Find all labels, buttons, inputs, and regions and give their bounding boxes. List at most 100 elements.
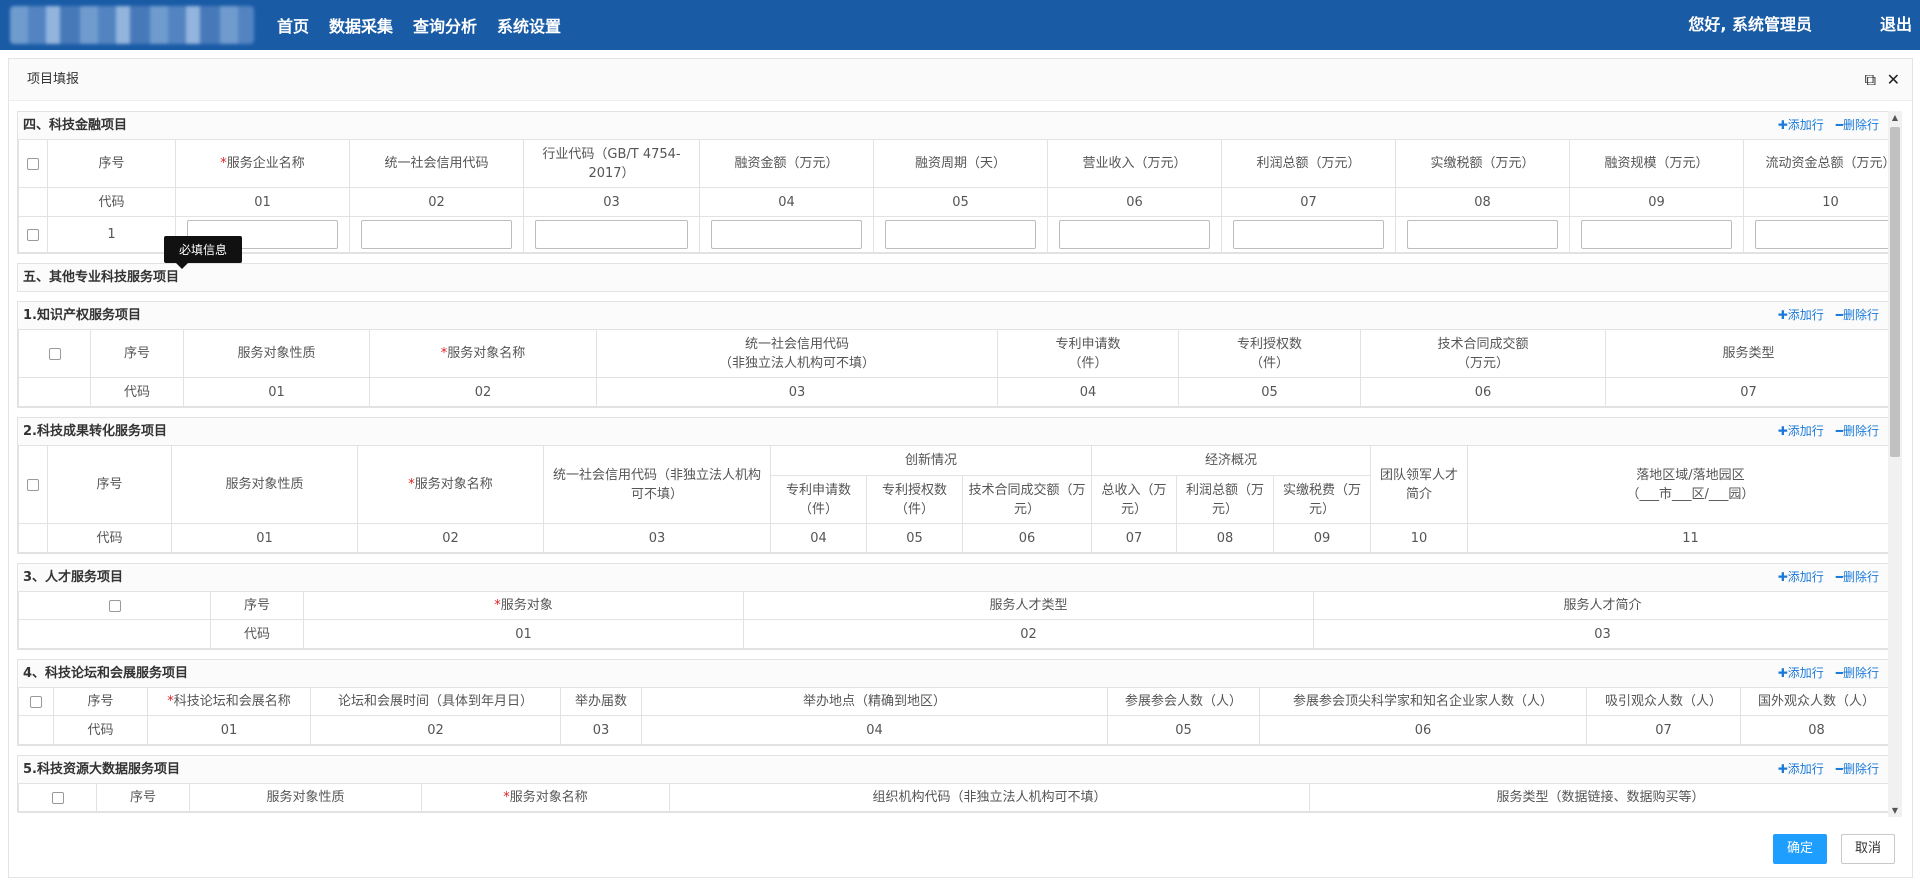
close-icon[interactable]: ✕ [1887, 59, 1900, 101]
col-header: 专利申请数 （件） [997, 329, 1179, 378]
logout-link[interactable]: 退出 [1880, 0, 1912, 50]
sub-header: 技术合同成交额（万元） [962, 475, 1092, 524]
confirm-button[interactable]: 确定 [1773, 834, 1828, 864]
code-cell: 代码 [90, 377, 184, 407]
select-all-checkbox[interactable] [27, 478, 39, 491]
form-scroll-area[interactable]: 四、科技金融项目 ✚添加行 ━删除行 序号 *服务企业名称 统一社会信用代码 行业… [17, 111, 1890, 817]
code-cell: 05 [1107, 715, 1260, 745]
row-checkbox[interactable] [27, 228, 39, 241]
col-header: 统一社会信用代码（非独立法人机构可不填） [543, 445, 771, 524]
group-header-economy: 经济概况 [1091, 445, 1371, 476]
col-header: 实缴税额（万元） [1395, 139, 1570, 188]
col-header: 吸引观众人数（人） [1586, 687, 1741, 716]
col-header: *科技论坛和会展名称 [147, 687, 311, 716]
select-all-checkbox[interactable] [27, 157, 39, 170]
user-greeting: 您好, 系统管理员 [1688, 15, 1812, 34]
col-header: 融资规模（万元） [1569, 139, 1744, 188]
code-cell: 01 [171, 523, 358, 553]
col-header: 序号 [53, 687, 148, 716]
section-tech-transfer: 2.科技成果转化服务项目 ✚添加行 ━删除行 序号 服务对象性质 *服务对象名称 … [17, 417, 1890, 554]
col-header: 统一社会信用代码 （非独立法人机构可不填） [596, 329, 998, 378]
credit-code-input[interactable] [361, 220, 512, 249]
scrollbar-thumb[interactable] [1890, 127, 1900, 457]
delete-row-button[interactable]: ━删除行 [1836, 666, 1879, 680]
code-cell: 07 [1221, 187, 1396, 217]
required-tooltip: 必填信息 [164, 236, 243, 269]
total-profit-input[interactable] [1233, 220, 1384, 249]
nav-query-analysis[interactable]: 查询分析 [413, 13, 477, 37]
select-all-checkbox[interactable] [48, 347, 61, 360]
add-row-button[interactable]: ✚添加行 [1778, 424, 1824, 438]
col-header: 营业收入（万元） [1047, 139, 1222, 188]
code-cell: 08 [1395, 187, 1570, 217]
ip-services-table: 序号 服务对象性质 *服务对象名称 统一社会信用代码 （非独立法人机构可不填） … [18, 329, 1890, 407]
code-cell: 02 [743, 619, 1314, 649]
code-cell: 09 [1273, 523, 1371, 553]
col-header: 服务人才简介 [1313, 591, 1890, 620]
add-row-button[interactable]: ✚添加行 [1778, 666, 1824, 680]
code-cell: 04 [641, 715, 1108, 745]
col-header: 服务类型 [1605, 329, 1890, 378]
add-row-button[interactable]: ✚添加行 [1778, 308, 1824, 322]
section-other-services: 五、其他专业科技服务项目 [17, 263, 1890, 292]
select-all-checkbox[interactable] [51, 791, 64, 804]
scroll-down-icon[interactable]: ▼ [1888, 806, 1902, 815]
financing-scale-input[interactable] [1581, 220, 1732, 249]
select-all-checkbox[interactable] [108, 599, 121, 612]
section-tech-finance: 四、科技金融项目 ✚添加行 ━删除行 序号 *服务企业名称 统一社会信用代码 行业… [17, 111, 1890, 254]
forum-exhibition-table: 序号 *科技论坛和会展名称 论坛和会展时间（具体到年月日） 举办届数 举办地点（… [18, 687, 1890, 745]
col-header: 服务对象性质 [183, 329, 370, 378]
code-cell: 08 [1740, 715, 1890, 745]
code-cell: 10 [1743, 187, 1890, 217]
col-header: 序号 [90, 329, 184, 378]
col-header: 服务人才类型 [743, 591, 1314, 620]
dialog-title: 项目填报 [27, 72, 80, 87]
col-header: 参展参会人数（人） [1107, 687, 1260, 716]
table-row: 1 [18, 216, 1890, 253]
code-cell: 01 [303, 619, 744, 649]
section-title: 四、科技金融项目 [23, 118, 128, 133]
nav-system-settings[interactable]: 系统设置 [497, 13, 561, 37]
code-cell: 03 [1313, 619, 1890, 649]
financing-period-input[interactable] [885, 220, 1036, 249]
tax-paid-input[interactable] [1407, 220, 1558, 249]
col-header: 团队领军人才简介 [1370, 445, 1468, 524]
scroll-up-icon[interactable]: ▲ [1888, 113, 1902, 122]
col-header: 参展参会顶尖科学家和知名企业家人数（人） [1259, 687, 1587, 716]
add-row-button[interactable]: ✚添加行 [1778, 570, 1824, 584]
maximize-icon[interactable]: ⧉ [1865, 59, 1876, 101]
code-cell: 01 [175, 187, 350, 217]
add-row-button[interactable]: ✚添加行 [1778, 118, 1824, 132]
tech-finance-table: 序号 *服务企业名称 统一社会信用代码 行业代码（GB/T 4754-2017）… [18, 139, 1890, 253]
delete-row-button[interactable]: ━删除行 [1836, 762, 1879, 776]
working-capital-input[interactable] [1755, 220, 1890, 249]
nav-data-collection[interactable]: 数据采集 [329, 13, 393, 37]
sub-header: 实缴税费（万元） [1273, 475, 1371, 524]
section-big-data-services: 5.科技资源大数据服务项目 ✚添加行 ━删除行 序号 服务对象性质 *服务对象名称… [17, 755, 1890, 813]
select-all-checkbox[interactable] [30, 695, 42, 708]
code-cell: 07 [1586, 715, 1741, 745]
code-cell: 02 [310, 715, 561, 745]
operating-income-input[interactable] [1059, 220, 1210, 249]
financing-amount-input[interactable] [711, 220, 862, 249]
col-header: 利润总额（万元） [1221, 139, 1396, 188]
main-nav: 首页 数据采集 查询分析 系统设置 [277, 0, 581, 50]
delete-row-button[interactable]: ━删除行 [1836, 308, 1879, 322]
cancel-button[interactable]: 取消 [1841, 834, 1896, 864]
sub-header: 利润总额（万元） [1176, 475, 1274, 524]
col-header: *服务对象 [303, 591, 744, 620]
col-header: 统一社会信用代码 [349, 139, 524, 188]
delete-row-button[interactable]: ━删除行 [1836, 570, 1879, 584]
delete-row-button[interactable]: ━删除行 [1836, 424, 1879, 438]
section-ip-services: 1.知识产权服务项目 ✚添加行 ━删除行 序号 服务对象性质 *服务对象名称 统一… [17, 301, 1890, 408]
nav-home[interactable]: 首页 [277, 13, 309, 37]
vertical-scrollbar[interactable]: ▲ ▼ [1888, 111, 1902, 817]
industry-code-input[interactable] [535, 220, 688, 249]
add-row-button[interactable]: ✚添加行 [1778, 762, 1824, 776]
sub-header: 专利授权数（件） [866, 475, 963, 524]
delete-row-button[interactable]: ━删除行 [1836, 118, 1879, 132]
code-cell: 代码 [47, 523, 172, 553]
col-header: 序号 [96, 783, 190, 812]
code-cell: 04 [699, 187, 874, 217]
section-title: 4、科技论坛和会展服务项目 [23, 666, 189, 681]
